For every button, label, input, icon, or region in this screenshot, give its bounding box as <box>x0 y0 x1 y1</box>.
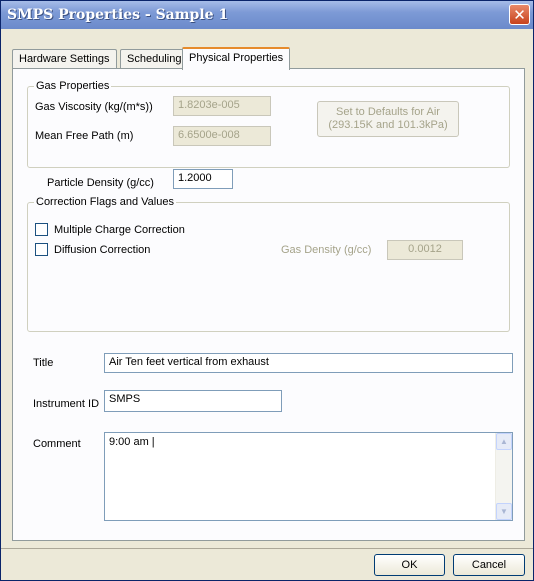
diffusion-correction-checkbox[interactable]: Diffusion Correction <box>35 243 150 256</box>
correction-flags-group: Correction Flags and Values <box>27 196 510 332</box>
window-title: SMPS Properties - Sample 1 <box>7 7 229 23</box>
title-bar[interactable]: SMPS Properties - Sample 1 ✕ <box>1 1 533 29</box>
comment-label: Comment <box>33 438 81 450</box>
gas-properties-legend: Gas Properties <box>36 80 110 92</box>
properties-dialog: SMPS Properties - Sample 1 ✕ Hardware Se… <box>0 0 534 581</box>
tab-physical-properties[interactable]: Physical Properties <box>182 47 291 70</box>
footer-separator <box>1 548 533 549</box>
tab-hardware-settings[interactable]: Hardware Settings <box>12 49 117 69</box>
comment-text: 9:00 am | <box>109 436 155 448</box>
title-field-label: Title <box>33 357 54 369</box>
close-icon: ✕ <box>513 5 526 24</box>
gas-viscosity-field[interactable]: 1.8203e-005 <box>173 96 271 116</box>
mean-free-path-field[interactable]: 6.6500e-008 <box>173 126 271 146</box>
multiple-charge-checkbox-box[interactable] <box>35 223 48 236</box>
set-defaults-for-air-button[interactable]: Set to Defaults for Air (293.15K and 101… <box>317 101 459 137</box>
physical-properties-panel: Gas Properties Gas Viscosity (kg/(m*s)) … <box>12 68 525 541</box>
close-button[interactable]: ✕ <box>509 4 530 25</box>
scroll-down-icon[interactable]: ▼ <box>496 503 512 520</box>
comment-scrollbar[interactable]: ▲ ▼ <box>495 433 512 520</box>
comment-textarea[interactable]: 9:00 am | ▲ ▼ <box>104 432 513 521</box>
ok-button[interactable]: OK <box>374 554 445 576</box>
gas-density-label: Gas Density (g/cc) <box>281 244 372 256</box>
mean-free-path-label: Mean Free Path (m) <box>35 130 134 142</box>
multiple-charge-correction-label: Multiple Charge Correction <box>54 223 185 236</box>
gas-viscosity-label: Gas Viscosity (kg/(m*s)) <box>35 101 153 113</box>
particle-density-field[interactable]: 1.2000 <box>173 169 233 189</box>
set-defaults-line2: (293.15K and 101.3kPa) <box>328 119 448 131</box>
diffusion-correction-label: Diffusion Correction <box>54 243 151 256</box>
particle-density-label: Particle Density (g/cc) <box>47 177 154 189</box>
multiple-charge-correction-checkbox[interactable]: Multiple Charge Correction <box>35 223 185 236</box>
instrument-id-input[interactable]: SMPS <box>104 390 282 412</box>
correction-flags-legend: Correction Flags and Values <box>36 196 174 208</box>
set-defaults-line1: Set to Defaults for Air <box>336 106 440 118</box>
tab-scheduling[interactable]: Scheduling <box>120 49 189 69</box>
title-input[interactable]: Air Ten feet vertical from exhaust <box>104 353 513 373</box>
diffusion-checkbox-box[interactable] <box>35 243 48 256</box>
cancel-button[interactable]: Cancel <box>453 554 525 576</box>
instrument-id-label: Instrument ID <box>33 398 100 410</box>
gas-density-field[interactable]: 0.0012 <box>387 240 463 260</box>
scroll-up-icon[interactable]: ▲ <box>496 433 512 450</box>
